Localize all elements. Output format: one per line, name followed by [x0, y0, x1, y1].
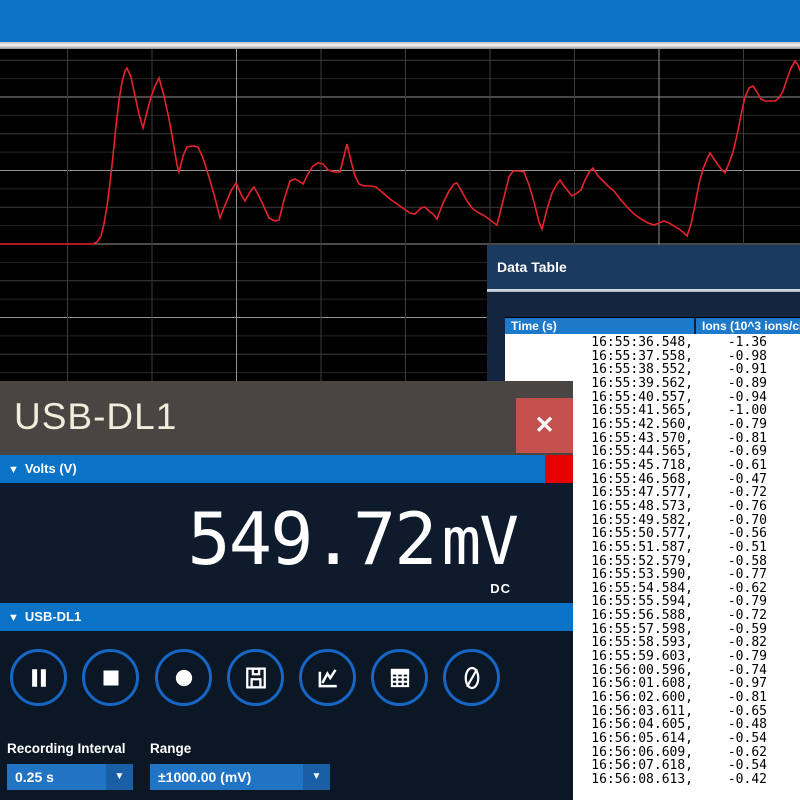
value-cell: -0.51	[693, 541, 767, 555]
value-cell: -0.61	[693, 459, 767, 473]
meter-display: 549.72mV DC	[0, 483, 573, 603]
data-table-title: Data Table	[497, 259, 567, 275]
value-cell: -0.72	[693, 609, 767, 623]
data-table-titlebar[interactable]: Data Table	[487, 245, 800, 289]
chevron-down-icon[interactable]: ▼	[106, 764, 133, 790]
value-cell: -1.00	[693, 404, 767, 418]
reading-mode: DC	[490, 581, 511, 596]
top-titlebar[interactable]	[0, 0, 800, 42]
value-cell: -0.58	[693, 555, 767, 569]
save-icon	[241, 663, 271, 693]
record-button[interactable]	[155, 649, 212, 706]
sensor-section-label: Volts (V)	[25, 461, 77, 476]
reading-unit: mV	[442, 503, 517, 580]
record-icon	[169, 663, 199, 693]
value-cell: -0.42	[693, 773, 767, 787]
collapse-triangle-icon[interactable]: ▼	[8, 604, 19, 632]
usb-dl1-window-title: USB-DL1	[14, 396, 177, 438]
close-button[interactable]: ✕	[516, 398, 573, 453]
value-cell: -0.59	[693, 623, 767, 637]
value-cell: -0.94	[693, 391, 767, 405]
value-cell: -0.91	[693, 363, 767, 377]
table-row: 16:55:37.558, -0.98	[505, 350, 800, 364]
value-cell: -0.48	[693, 718, 767, 732]
table-button[interactable]	[371, 649, 428, 706]
value-cell: -0.98	[693, 350, 767, 364]
value-cell: -0.77	[693, 568, 767, 582]
zero-button[interactable]	[443, 649, 500, 706]
pause-icon	[24, 663, 54, 693]
value-cell: -0.81	[693, 432, 767, 446]
value-cell: -0.89	[693, 377, 767, 391]
table-row: 16:55:36.548, -1.36	[505, 336, 800, 350]
range-value: ±1000.00 (mV)	[150, 769, 303, 785]
save-button[interactable]	[227, 649, 284, 706]
value-cell: -0.62	[693, 746, 767, 760]
sensor-status-indicator	[545, 455, 573, 483]
range-label: Range	[150, 741, 191, 756]
recording-interval-label: Recording Interval	[7, 741, 126, 756]
time-cell: 16:55:37.558,	[505, 350, 693, 364]
collapse-triangle-icon[interactable]: ▼	[8, 456, 19, 484]
usb-dl1-titlebar[interactable]: USB-DL1 ✕	[0, 381, 573, 455]
sensor-section-bar[interactable]: ▼ Volts (V)	[0, 455, 573, 483]
value-cell: -0.81	[693, 691, 767, 705]
value-cell: -0.72	[693, 486, 767, 500]
value-cell: -0.76	[693, 500, 767, 514]
value-cell: -0.82	[693, 636, 767, 650]
zero-icon	[457, 663, 487, 693]
recording-interval-value: 0.25 s	[7, 769, 106, 785]
recording-interval-select[interactable]: 0.25 s ▼	[7, 764, 133, 790]
value-cell: -0.79	[693, 418, 767, 432]
column-header-time[interactable]: Time (s)	[505, 318, 694, 335]
value-cell: -0.47	[693, 473, 767, 487]
value-cell: -1.36	[693, 336, 767, 350]
reading-value: 549.72	[187, 497, 435, 581]
time-cell: 16:55:36.548,	[505, 336, 693, 350]
value-cell: -0.97	[693, 677, 767, 691]
value-cell: -0.54	[693, 759, 767, 773]
device-section-label: USB-DL1	[25, 609, 81, 624]
value-cell: -0.65	[693, 705, 767, 719]
table-icon	[385, 663, 415, 693]
value-cell: -0.79	[693, 650, 767, 664]
range-select[interactable]: ±1000.00 (mV) ▼	[150, 764, 330, 790]
value-cell: -0.69	[693, 445, 767, 459]
graph-button[interactable]	[299, 649, 356, 706]
table-row: 16:55:38.552, -0.91	[505, 363, 800, 377]
toolbar	[0, 631, 573, 731]
value-cell: -0.79	[693, 595, 767, 609]
app-screen: { "top_window": { "titlebar_color": "#0b…	[0, 0, 800, 800]
device-section-bar[interactable]: ▼ USB-DL1	[0, 603, 573, 631]
usb-dl1-window: USB-DL1 ✕ ▼Volts (V) 549.72mV DC ▼USB-DL…	[0, 381, 573, 800]
stop-button[interactable]	[82, 649, 139, 706]
chevron-down-icon[interactable]: ▼	[303, 764, 330, 790]
pause-button[interactable]	[10, 649, 67, 706]
value-cell: -0.74	[693, 664, 767, 678]
table-header-row: Time (s) Ions (10^3 ions/cm	[505, 317, 800, 335]
value-cell: -0.70	[693, 514, 767, 528]
value-cell: -0.62	[693, 582, 767, 596]
titlebar-separator	[487, 289, 800, 292]
meter-reading: 549.72mV DC	[187, 497, 517, 581]
value-cell: -0.56	[693, 527, 767, 541]
stop-icon	[96, 663, 126, 693]
time-cell: 16:55:38.552,	[505, 363, 693, 377]
column-header-ions[interactable]: Ions (10^3 ions/cm	[694, 318, 800, 335]
titlebar-divider	[0, 42, 800, 49]
graph-icon	[313, 663, 343, 693]
value-cell: -0.54	[693, 732, 767, 746]
